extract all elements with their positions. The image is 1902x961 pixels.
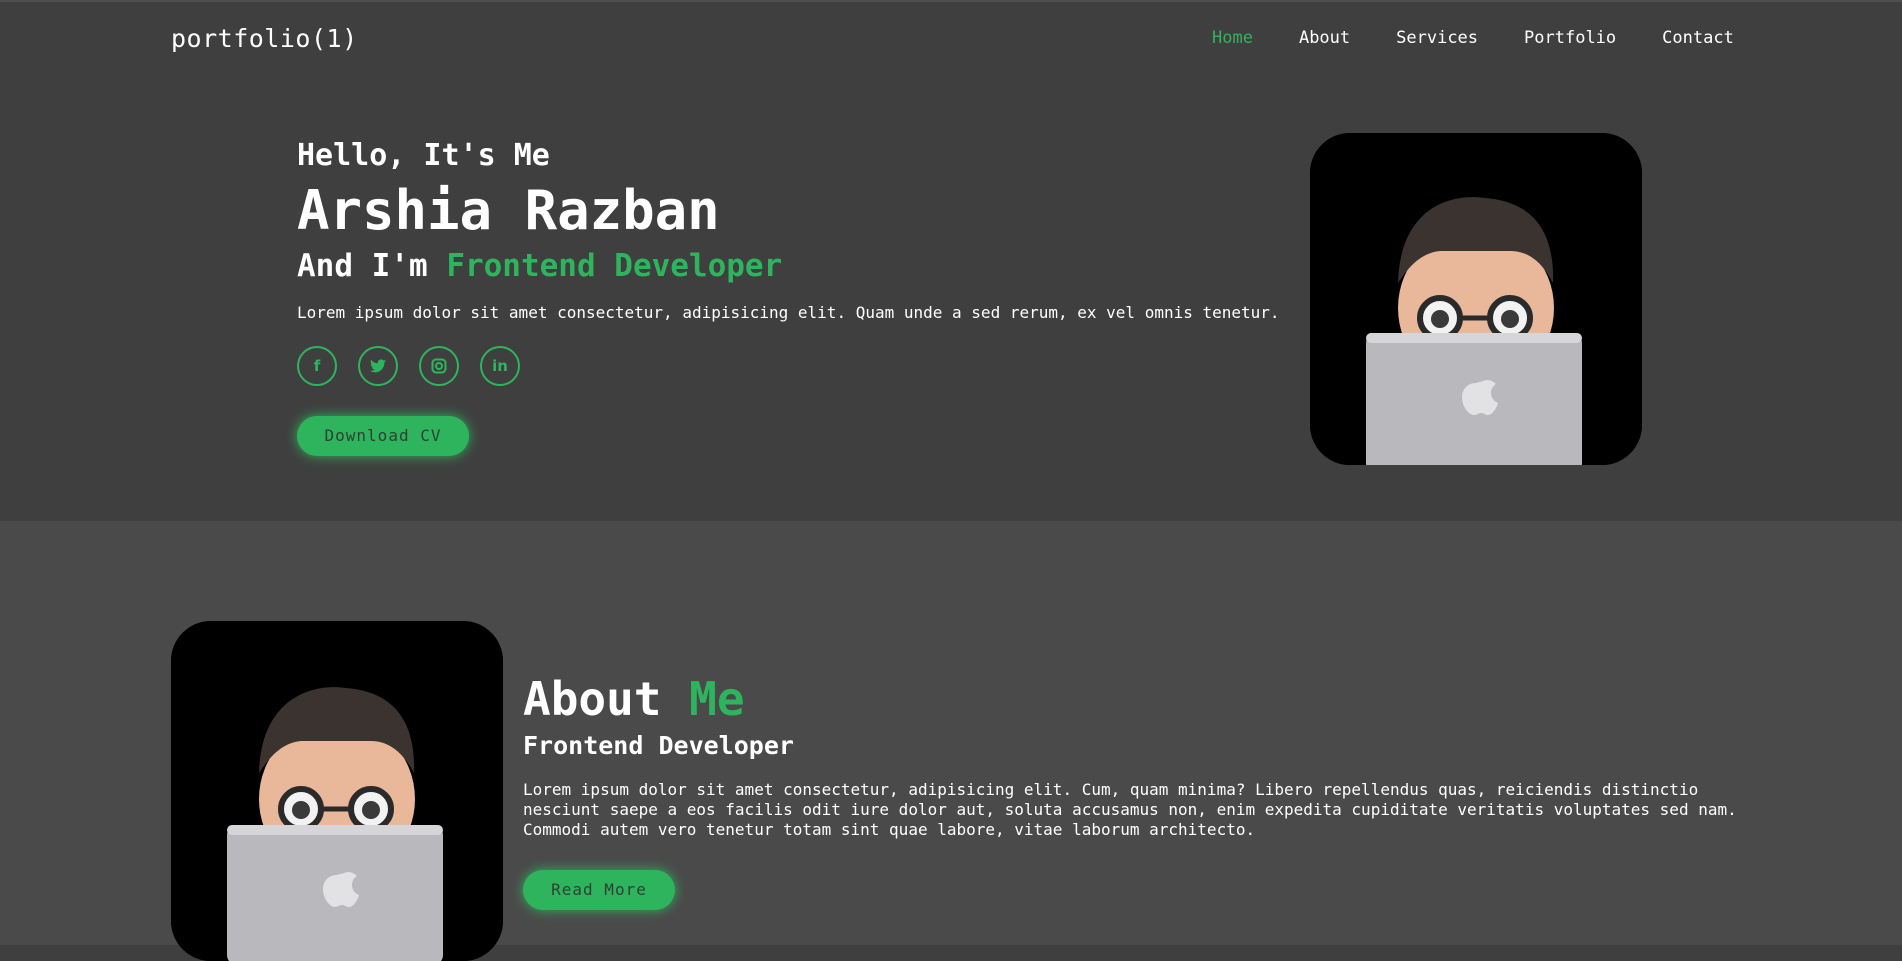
nav-about[interactable]: About bbox=[1299, 28, 1350, 48]
facebook-icon[interactable]: f bbox=[297, 346, 337, 386]
about-avatar bbox=[171, 621, 503, 961]
nav-portfolio[interactable]: Portfolio bbox=[1524, 28, 1616, 48]
read-more-button[interactable]: Read More bbox=[523, 870, 675, 910]
hero-role-accent: Frontend Developer bbox=[446, 248, 783, 284]
nav-home[interactable]: Home bbox=[1212, 28, 1253, 48]
hero-description: Lorem ipsum dolor sit amet consectetur, … bbox=[297, 303, 1280, 322]
social-links: f in bbox=[297, 346, 1280, 386]
nav-contact[interactable]: Contact bbox=[1662, 28, 1734, 48]
download-cv-button[interactable]: Download CV bbox=[297, 416, 469, 456]
memoji-laptop-image bbox=[1310, 133, 1642, 465]
about-title: About Me bbox=[523, 673, 1743, 725]
about-title-prefix: About bbox=[523, 672, 690, 726]
instagram-icon[interactable] bbox=[419, 346, 459, 386]
linkedin-icon[interactable]: in bbox=[480, 346, 520, 386]
nav-services[interactable]: Services bbox=[1396, 28, 1478, 48]
site-header: portfolio(1) Home About Services Portfol… bbox=[0, 0, 1902, 75]
hero-section: Hello, It's Me Arshia Razban And I'm Fro… bbox=[0, 75, 1902, 521]
about-description: Lorem ipsum dolor sit amet consectetur, … bbox=[523, 780, 1737, 839]
about-subtitle: Frontend Developer bbox=[523, 731, 794, 760]
hero-text: Hello, It's Me Arshia Razban And I'm Fro… bbox=[297, 138, 1280, 456]
about-section: About Me Frontend Developer Lorem ipsum … bbox=[0, 521, 1902, 961]
hero-name: Arshia Razban bbox=[297, 179, 720, 242]
memoji-laptop-image bbox=[171, 621, 503, 961]
twitter-icon[interactable] bbox=[358, 346, 398, 386]
logo[interactable]: portfolio(1) bbox=[171, 24, 358, 53]
about-text: About Me Frontend Developer Lorem ipsum … bbox=[523, 673, 1743, 910]
avatar bbox=[1310, 133, 1642, 465]
main-nav: Home About Services Portfolio Contact bbox=[1212, 28, 1780, 48]
hero-role: And I'm Frontend Developer bbox=[297, 246, 1280, 286]
hero-greeting: Hello, It's Me bbox=[297, 138, 550, 173]
hero-role-prefix: And I'm bbox=[297, 248, 447, 284]
about-title-accent: Me bbox=[689, 672, 745, 726]
